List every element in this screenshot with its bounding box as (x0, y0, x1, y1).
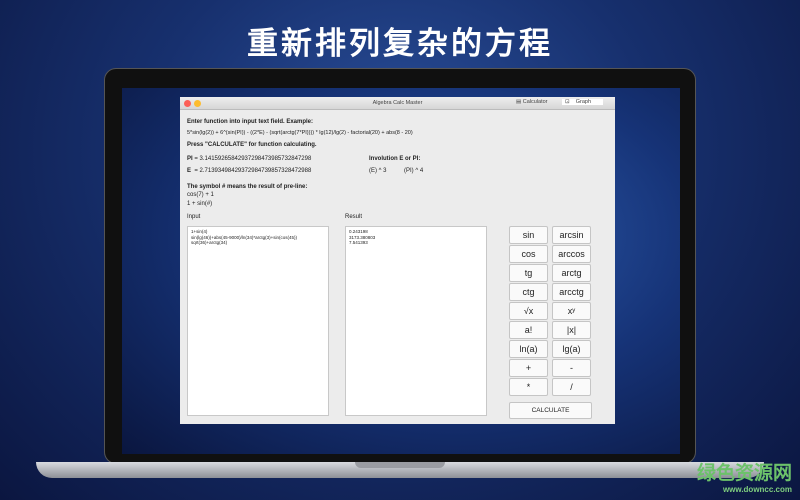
tab-graph[interactable]: ⊡ Graph (562, 99, 604, 105)
laptop-notch (355, 462, 445, 468)
key-button[interactable]: * (509, 378, 548, 396)
watermark-url: www.downcc.com (722, 485, 792, 494)
watermark: 绿色资源网 www.downcc.com (697, 458, 792, 494)
instruction-text: Enter function into input text field. Ex… (187, 119, 314, 125)
key-button[interactable]: / (552, 378, 591, 396)
key-button[interactable]: xʸ (552, 302, 591, 320)
window-title: Algebra Calc Master (372, 100, 423, 106)
result-textarea[interactable]: 0.243198 3173.380803 7.541393 (345, 226, 487, 416)
key-button[interactable]: √x (509, 302, 548, 320)
result-line: 7.541393 (349, 240, 368, 245)
key-button[interactable]: tg (509, 264, 548, 282)
key-button[interactable]: ctg (509, 283, 548, 301)
involution-example: (E) ^ 3 (369, 168, 387, 174)
pi-label: PI (187, 156, 193, 162)
tab-calculator[interactable]: ▤ Calculator (516, 99, 548, 105)
key-button[interactable]: cos (509, 245, 548, 263)
watermark-name: 绿色资源网 (696, 463, 792, 484)
involution-example: (PI) ^ 4 (404, 168, 424, 174)
symbol-title: The symbol # means the result of pre-lin… (187, 184, 308, 190)
key-button[interactable]: - (552, 359, 591, 377)
key-button[interactable]: sin (509, 226, 548, 244)
app-window: Algebra Calc Master ▤ Calculator ⊡ Graph… (180, 97, 615, 424)
tab-label: Calculator (522, 99, 548, 105)
headline: 重新排列复杂的方程 (247, 26, 553, 62)
e-value: = 2.71393498429372984739857328472988 (194, 168, 312, 174)
symbol-example: 1 + sin(#) (187, 201, 213, 207)
pi-value: = 3.14159265842937298473985732847298 (194, 156, 312, 162)
input-line: sqrt(36)+arctg(34) (191, 240, 228, 245)
calculate-button[interactable]: CALCULATE (509, 402, 592, 419)
key-button[interactable]: lg(a) (552, 340, 591, 358)
example-text: 5*sin(lg(2)) + 6^(sin(PI)) - ((2*E) - (s… (187, 130, 413, 136)
input-textarea[interactable]: 1+sin(4) sin(lg(46))+abs(45-9000)/ln(34)… (187, 226, 329, 416)
input-label: Input (187, 214, 201, 220)
key-button[interactable]: arcctg (552, 283, 591, 301)
title-bar: Algebra Calc Master ▤ Calculator ⊡ Graph (180, 97, 615, 110)
tab-label: Graph (575, 99, 592, 105)
instruction-text: Press "CALCULATE" for function calculati… (187, 142, 317, 148)
symbol-example: cos(7) + 1 (187, 192, 214, 198)
involution-title: Involution E or PI: (369, 156, 421, 162)
key-button[interactable]: a! (509, 321, 548, 339)
key-button[interactable]: arccos (552, 245, 591, 263)
key-button[interactable]: |x| (552, 321, 591, 339)
key-button[interactable]: ln(a) (509, 340, 548, 358)
e-label: E (187, 168, 192, 174)
key-button[interactable]: arctg (552, 264, 591, 282)
result-label: Result (345, 214, 363, 220)
key-button[interactable]: + (509, 359, 548, 377)
key-button[interactable]: arcsin (552, 226, 591, 244)
